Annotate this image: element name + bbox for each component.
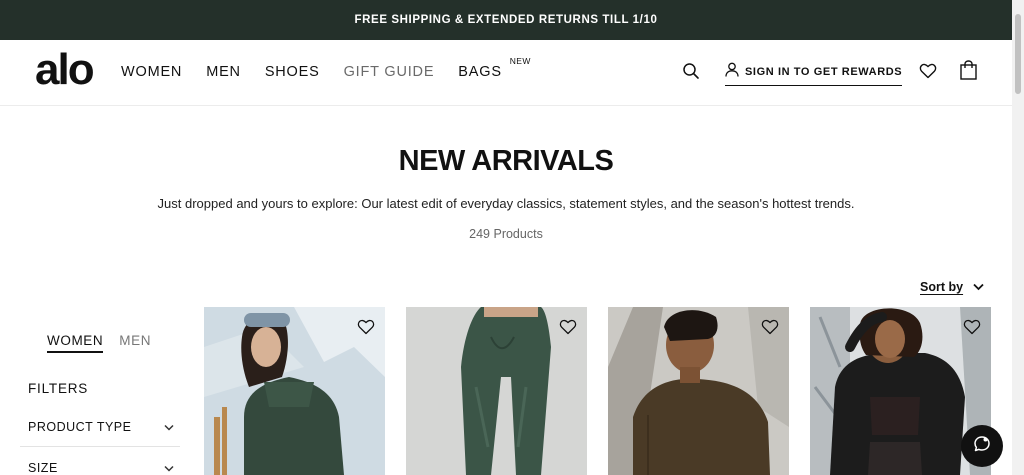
filters-heading: FILTERS <box>28 381 89 396</box>
sign-in-label: SIGN IN TO GET REWARDS <box>745 66 903 78</box>
new-badge: NEW <box>509 56 531 66</box>
heart-icon[interactable] <box>919 62 937 80</box>
heart-icon[interactable] <box>357 318 375 336</box>
sign-in-link[interactable]: SIGN IN TO GET REWARDS <box>725 62 903 86</box>
nav-shoes[interactable]: SHOES <box>265 64 320 80</box>
product-card[interactable] <box>406 307 587 475</box>
page-subtitle: Just dropped and yours to explore: Our l… <box>157 196 855 211</box>
filter-product-type[interactable]: PRODUCT TYPE <box>20 418 180 436</box>
chevron-down-icon <box>973 278 984 296</box>
filter-size-label: SIZE <box>28 461 58 475</box>
chat-button[interactable] <box>961 425 1003 467</box>
promo-banner: FREE SHIPPING & EXTENDED RETURNS TILL 1/… <box>0 0 1012 40</box>
page-scrollbar[interactable] <box>1012 0 1024 475</box>
user-icon <box>725 62 739 82</box>
chevron-down-icon <box>164 459 174 475</box>
site-header: alo WOMEN MEN SHOES GIFT GUIDE BAGS NEW … <box>0 40 1012 106</box>
page-title: NEW ARRIVALS <box>398 145 614 177</box>
filter-divider <box>20 446 180 447</box>
nav-bags[interactable]: BAGS NEW <box>458 56 530 80</box>
nav-bags-label: BAGS <box>458 64 502 80</box>
heart-icon[interactable] <box>559 318 577 336</box>
main-nav: WOMEN MEN SHOES GIFT GUIDE BAGS NEW <box>121 56 530 80</box>
sort-by-dropdown[interactable]: Sort by <box>920 278 984 296</box>
search-icon[interactable] <box>682 62 700 80</box>
filter-product-type-label: PRODUCT TYPE <box>28 420 132 434</box>
chevron-down-icon <box>164 418 174 436</box>
promo-text: FREE SHIPPING & EXTENDED RETURNS TILL 1/… <box>354 14 658 26</box>
tab-women[interactable]: WOMEN <box>47 333 104 353</box>
product-count: 249 Products <box>469 227 543 241</box>
product-card[interactable] <box>204 307 385 475</box>
brand-logo[interactable]: alo <box>35 48 95 92</box>
nav-men[interactable]: MEN <box>206 64 241 80</box>
scrollbar-thumb[interactable] <box>1015 14 1021 94</box>
bag-icon[interactable] <box>960 60 977 80</box>
heart-icon[interactable] <box>761 318 779 336</box>
heart-icon[interactable] <box>963 318 981 336</box>
tab-men[interactable]: MEN <box>119 333 151 353</box>
product-card[interactable] <box>608 307 789 475</box>
sort-by-label: Sort by <box>920 280 964 294</box>
nav-gift-guide[interactable]: GIFT GUIDE <box>344 64 435 80</box>
chat-bubble-icon <box>973 435 991 458</box>
filter-size[interactable]: SIZE <box>20 459 180 475</box>
nav-women[interactable]: WOMEN <box>121 64 182 80</box>
gender-tabs: WOMEN MEN <box>47 333 151 353</box>
